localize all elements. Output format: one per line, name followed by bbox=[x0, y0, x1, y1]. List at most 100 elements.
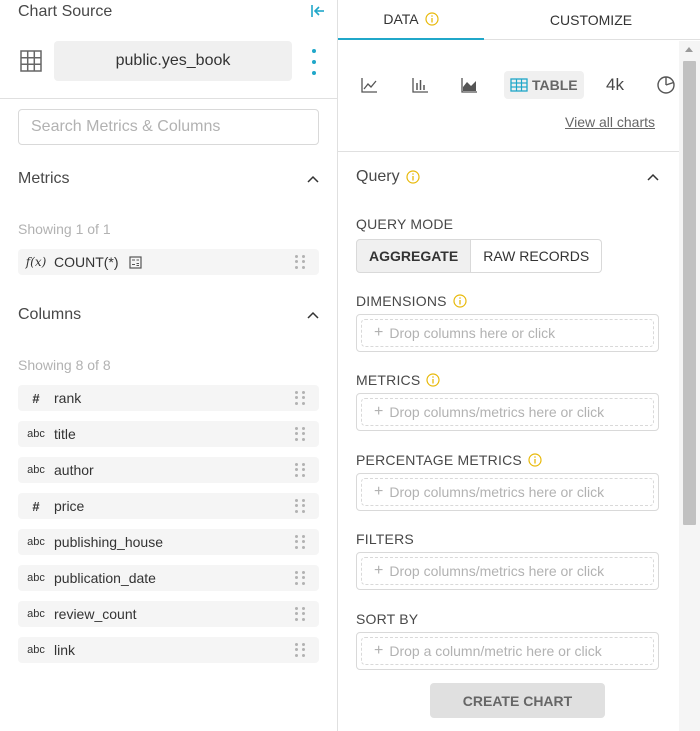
drag-handle-icon[interactable] bbox=[295, 535, 305, 549]
plus-icon: + bbox=[374, 403, 384, 420]
percentage-metrics-label-text: PERCENTAGE METRICS bbox=[356, 452, 522, 468]
dropzone-inner: + Drop columns/metrics here or click bbox=[361, 557, 654, 585]
divider bbox=[0, 98, 338, 99]
search-input[interactable] bbox=[18, 109, 319, 145]
columns-count: Showing 8 of 8 bbox=[18, 357, 111, 373]
column-item[interactable]: abc publishing_house bbox=[18, 529, 319, 555]
string-type-icon: abc bbox=[27, 536, 45, 548]
collapse-panel-icon[interactable] bbox=[310, 3, 326, 19]
column-name: author bbox=[54, 462, 94, 478]
datasource-panel: Chart Source public.yes_book Metrics Sho… bbox=[0, 0, 338, 731]
string-type-icon: abc bbox=[27, 464, 45, 476]
column-item[interactable]: # rank bbox=[18, 385, 319, 411]
column-item[interactable]: abc title bbox=[18, 421, 319, 447]
scroll-up-arrow-icon[interactable] bbox=[685, 47, 693, 52]
query-mode-toggle: AGGREGATE RAW RECORDS bbox=[356, 239, 603, 273]
datasource-title: Chart Source bbox=[18, 3, 113, 20]
column-name: price bbox=[54, 498, 85, 514]
metrics-count: Showing 1 of 1 bbox=[18, 221, 111, 237]
dimensions-dropzone[interactable]: + Drop columns here or click bbox=[356, 314, 659, 352]
create-chart-button[interactable]: CREATE CHART bbox=[430, 683, 605, 718]
table-viz-label: TABLE bbox=[532, 77, 578, 93]
drag-handle-icon[interactable] bbox=[295, 643, 305, 657]
column-name: title bbox=[54, 426, 76, 442]
view-all-charts-link[interactable]: View all charts bbox=[565, 114, 655, 130]
plus-icon: + bbox=[374, 562, 384, 579]
table-viz-button[interactable]: TABLE bbox=[504, 71, 584, 99]
column-item[interactable]: # price bbox=[18, 493, 319, 519]
numeric-type-icon: # bbox=[32, 390, 40, 406]
column-name: review_count bbox=[54, 606, 137, 622]
column-item[interactable]: abc review_count bbox=[18, 601, 319, 627]
column-name: publishing_house bbox=[54, 534, 163, 550]
drag-handle-icon[interactable] bbox=[295, 463, 305, 477]
column-item[interactable]: abc link bbox=[18, 637, 319, 663]
bar-chart-icon[interactable] bbox=[411, 71, 429, 99]
query-title: Query bbox=[356, 168, 400, 185]
info-icon bbox=[426, 373, 441, 387]
raw-records-button[interactable]: RAW RECORDS bbox=[471, 239, 603, 273]
info-icon bbox=[528, 453, 542, 467]
drag-handle-icon[interactable] bbox=[295, 427, 305, 441]
filters-dropzone[interactable]: + Drop columns/metrics here or click bbox=[356, 552, 659, 590]
metrics-dropzone[interactable]: + Drop columns/metrics here or click bbox=[356, 393, 659, 431]
area-chart-icon[interactable] bbox=[460, 71, 478, 99]
pie-chart-icon[interactable] bbox=[656, 71, 676, 99]
string-type-icon: abc bbox=[27, 644, 45, 656]
dataset-grid-icon bbox=[20, 50, 42, 72]
columns-section-header[interactable]: Columns bbox=[18, 304, 320, 326]
percentage-metrics-dropzone[interactable]: + Drop columns/metrics here or click bbox=[356, 473, 659, 511]
tab-customize[interactable]: CUSTOMIZE bbox=[484, 0, 698, 40]
filters-label: FILTERS bbox=[356, 531, 414, 547]
sort-by-label: SORT BY bbox=[356, 611, 419, 627]
column-item[interactable]: abc author bbox=[18, 457, 319, 483]
sort-by-placeholder: Drop a column/metric here or click bbox=[389, 643, 602, 659]
column-item[interactable]: abc publication_date bbox=[18, 565, 319, 591]
column-name: rank bbox=[54, 390, 82, 406]
dimensions-placeholder: Drop columns here or click bbox=[389, 325, 556, 341]
tab-data[interactable]: DATA bbox=[338, 0, 484, 40]
drag-handle-icon[interactable] bbox=[295, 571, 305, 585]
drag-handle-icon[interactable] bbox=[295, 255, 305, 269]
tab-data-label: DATA bbox=[383, 11, 419, 27]
line-chart-icon[interactable] bbox=[360, 71, 378, 99]
drag-handle-icon[interactable] bbox=[295, 391, 305, 405]
calculator-icon bbox=[128, 255, 142, 269]
dropzone-inner: + Drop a column/metric here or click bbox=[361, 637, 654, 665]
percentage-metrics-label: PERCENTAGE METRICS bbox=[356, 452, 542, 468]
dimensions-label-text: DIMENSIONS bbox=[356, 293, 447, 309]
plus-icon: + bbox=[374, 324, 384, 341]
dimensions-label: DIMENSIONS bbox=[356, 293, 467, 309]
table-icon bbox=[510, 78, 528, 92]
chevron-up-icon bbox=[647, 173, 659, 181]
chevron-up-icon bbox=[307, 175, 319, 183]
big-number-icon[interactable]: 4k bbox=[606, 71, 624, 99]
metric-item[interactable]: f(x) COUNT(*) bbox=[18, 249, 319, 275]
info-icon bbox=[453, 294, 467, 308]
info-icon bbox=[425, 12, 439, 26]
viz-type-selector: TABLE 4k bbox=[338, 71, 678, 99]
metrics-label-text: METRICS bbox=[356, 372, 421, 388]
aggregate-button[interactable]: AGGREGATE bbox=[356, 239, 472, 273]
scrollbar-thumb[interactable] bbox=[683, 61, 696, 525]
drag-handle-icon[interactable] bbox=[295, 607, 305, 621]
string-type-icon: abc bbox=[27, 428, 45, 440]
query-section-header[interactable]: Query bbox=[356, 166, 660, 188]
dropzone-inner: + Drop columns/metrics here or click bbox=[361, 478, 654, 506]
column-name: publication_date bbox=[54, 570, 156, 586]
plus-icon: + bbox=[374, 483, 384, 500]
scrollbar[interactable] bbox=[679, 41, 700, 731]
metrics-section-title: Metrics bbox=[18, 170, 70, 187]
metric-name: COUNT(*) bbox=[54, 254, 119, 270]
drag-handle-icon[interactable] bbox=[295, 499, 305, 513]
sort-by-dropzone[interactable]: + Drop a column/metric here or click bbox=[356, 632, 659, 670]
query-mode-label: QUERY MODE bbox=[356, 216, 454, 232]
divider bbox=[338, 151, 679, 152]
metrics-label: METRICS bbox=[356, 372, 441, 388]
function-icon: f(x) bbox=[25, 255, 47, 269]
dataset-name[interactable]: public.yes_book bbox=[54, 41, 292, 81]
metrics-section-header[interactable]: Metrics bbox=[18, 168, 320, 190]
percentage-metrics-placeholder: Drop columns/metrics here or click bbox=[389, 484, 605, 500]
dataset-menu-icon[interactable] bbox=[308, 49, 320, 75]
column-name: link bbox=[54, 642, 76, 658]
